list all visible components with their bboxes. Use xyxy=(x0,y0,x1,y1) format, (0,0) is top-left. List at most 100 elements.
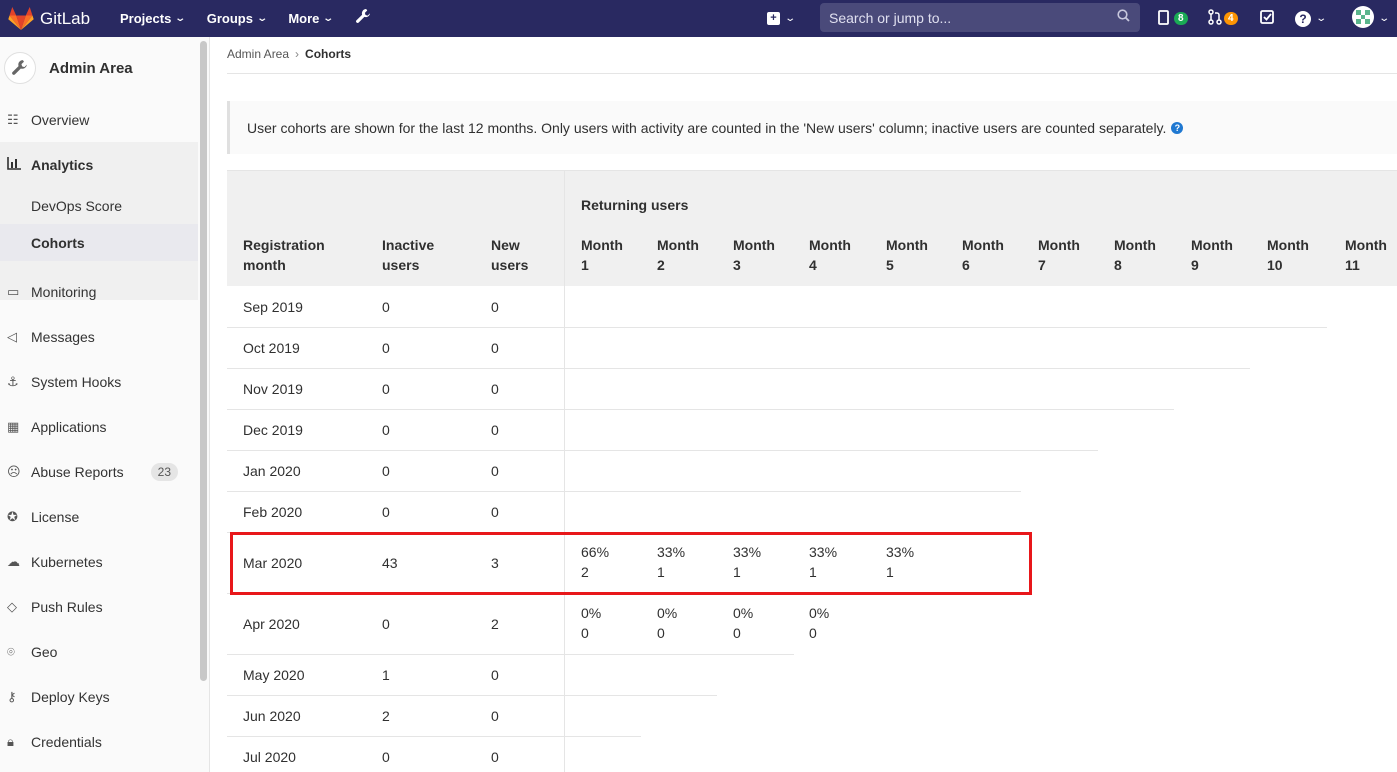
registration-month-cell: Feb 2020 xyxy=(243,503,303,520)
admin-wrench-icon[interactable] xyxy=(355,8,372,29)
sidebar-subitem-label: Cohorts xyxy=(31,234,85,251)
header-new-users: New users xyxy=(491,235,528,275)
row-divider xyxy=(227,491,1021,492)
sidebar-item-system-hooks[interactable]: ⚓ System Hooks xyxy=(0,359,198,404)
inactive-users-cell: 0 xyxy=(382,298,390,315)
inactive-users-cell: 0 xyxy=(382,615,390,632)
sidebar-item-abuse-reports[interactable]: ☹ Abuse Reports 23 xyxy=(0,449,198,494)
info-text: User cohorts are shown for the last 12 m… xyxy=(247,119,1167,136)
cohorts-info-banner: User cohorts are shown for the last 12 m… xyxy=(227,101,1397,154)
breadcrumb: Admin Area › Cohorts xyxy=(227,47,351,61)
new-users-cell: 0 xyxy=(491,421,499,438)
nav-projects[interactable]: Projects ⌄ xyxy=(120,11,187,26)
sidebar-item-overview[interactable]: ☷ Overview xyxy=(0,97,198,142)
sidebar-item-kubernetes[interactable]: ☁ Kubernetes xyxy=(0,539,198,584)
new-users-cell: 0 xyxy=(491,462,499,479)
breadcrumb-divider xyxy=(227,73,1397,74)
issues-link[interactable]: 8 xyxy=(1158,0,1188,37)
chevron-down-icon: ⌄ xyxy=(322,13,335,24)
new-users-cell: 0 xyxy=(491,503,499,520)
header-line: Month xyxy=(1038,237,1080,253)
header-line: 5 xyxy=(886,257,894,273)
issues-count-badge: 8 xyxy=(1174,12,1188,25)
sidebar-item-label: System Hooks xyxy=(31,373,122,390)
sidebar-item-label: Kubernetes xyxy=(31,553,103,570)
row-divider xyxy=(227,368,1250,369)
sidebar-item-deploy-keys[interactable]: ⚷ Deploy Keys xyxy=(0,674,198,719)
sidebar-item-label: Deploy Keys xyxy=(31,688,110,705)
nav-groups[interactable]: Groups ⌄ xyxy=(207,11,268,26)
nav-more[interactable]: More ⌄ xyxy=(288,11,335,26)
header-line: Month xyxy=(1345,237,1387,253)
admin-sidebar: Admin Area ☷ Overview Analytics DevOps Sc… xyxy=(0,37,210,772)
sidebar-subitem-devops-score[interactable]: DevOps Score xyxy=(0,187,198,224)
chevron-down-icon: ⌄ xyxy=(174,13,187,24)
sidebar-scrollbar[interactable] xyxy=(200,41,207,681)
sidebar-item-applications[interactable]: ▦ Applications xyxy=(0,404,198,449)
sidebar-item-label: Applications xyxy=(31,418,107,435)
sidebar-item-geo[interactable]: ⌾ Geo xyxy=(0,629,198,674)
user-menu[interactable]: ⌄ xyxy=(1352,0,1390,37)
header-registration-month: Registration month xyxy=(243,235,325,275)
header-month: Month 3 xyxy=(733,235,775,275)
help-circle-icon[interactable]: ? xyxy=(1171,121,1184,134)
search-input[interactable] xyxy=(820,9,1100,26)
header-line: Month xyxy=(809,237,851,253)
header-line: users xyxy=(491,257,529,273)
sidebar-item-monitoring[interactable]: ▭ Monitoring xyxy=(0,269,198,314)
abuse-count-badge: 23 xyxy=(150,462,178,481)
inactive-users-cell: 1 xyxy=(382,666,390,683)
new-users-cell: 0 xyxy=(491,339,499,356)
sidebar-title: Admin Area xyxy=(49,59,133,77)
gitlab-tanuki-icon xyxy=(8,6,34,30)
sidebar-subitem-cohorts[interactable]: Cohorts xyxy=(0,224,198,261)
brand-name: GitLab xyxy=(40,8,91,28)
help-circle-icon: ? xyxy=(1295,10,1311,27)
sidebar-item-license[interactable]: ✪ License xyxy=(0,494,198,539)
registration-month-cell: Oct 2019 xyxy=(243,339,300,356)
sidebar-item-label: Overview xyxy=(31,111,90,128)
header-month: Month 6 xyxy=(962,235,1004,275)
sidebar-item-analytics[interactable]: Analytics xyxy=(0,142,198,187)
applications-icon: ▦ xyxy=(7,418,20,434)
sidebar-item-credentials[interactable]: 🔒︎ Credentials xyxy=(0,719,198,764)
todo-check-icon xyxy=(1260,9,1275,28)
kubernetes-icon: ☁ xyxy=(7,553,20,569)
mr-count-badge: 4 xyxy=(1224,12,1238,25)
search-box[interactable] xyxy=(820,3,1140,32)
inactive-users-cell: 0 xyxy=(382,503,390,520)
todos-link[interactable] xyxy=(1260,0,1275,37)
registration-month-cell: Jan 2020 xyxy=(243,462,301,479)
header-month: Month 11 xyxy=(1345,235,1387,275)
returning-count-cell: 0 xyxy=(581,625,589,641)
breadcrumb-parent[interactable]: Admin Area xyxy=(227,47,289,61)
breadcrumb-separator-icon: › xyxy=(295,47,300,61)
merge-requests-link[interactable]: 4 xyxy=(1208,0,1238,37)
header-line: Month xyxy=(657,237,699,253)
sidebar-item-push-rules[interactable]: ◇ Push Rules xyxy=(0,584,198,629)
registration-month-cell: Nov 2019 xyxy=(243,380,303,397)
header-line: Month xyxy=(1114,237,1156,253)
lock-icon: 🔒︎ xyxy=(7,733,14,749)
new-dropdown[interactable]: + ⌄ xyxy=(767,0,796,37)
header-line: 8 xyxy=(1114,257,1122,273)
new-users-cell: 0 xyxy=(491,707,499,724)
sidebar-header[interactable]: Admin Area xyxy=(0,45,198,91)
header-inactive-users: Inactive users xyxy=(382,235,434,275)
row-divider xyxy=(227,695,717,696)
new-users-cell: 0 xyxy=(491,666,499,683)
sidebar-item-messages[interactable]: ◁ Messages xyxy=(0,314,198,359)
help-dropdown[interactable]: ? ⌄ xyxy=(1295,0,1327,37)
header-line: 10 xyxy=(1267,257,1283,273)
header-line: 9 xyxy=(1191,257,1199,273)
nav-projects-label: Projects xyxy=(120,11,172,26)
sidebar-item-label: Monitoring xyxy=(31,283,97,300)
gitlab-logo[interactable]: GitLab xyxy=(8,6,120,31)
hook-icon: ⚓ xyxy=(7,373,19,389)
header-line: Month xyxy=(886,237,928,253)
user-avatar-icon xyxy=(1352,6,1374,31)
sidebar-subitem-label: DevOps Score xyxy=(31,197,123,214)
header-line: Month xyxy=(581,237,623,253)
row-divider xyxy=(227,450,1098,451)
header-line: Month xyxy=(1267,237,1309,253)
